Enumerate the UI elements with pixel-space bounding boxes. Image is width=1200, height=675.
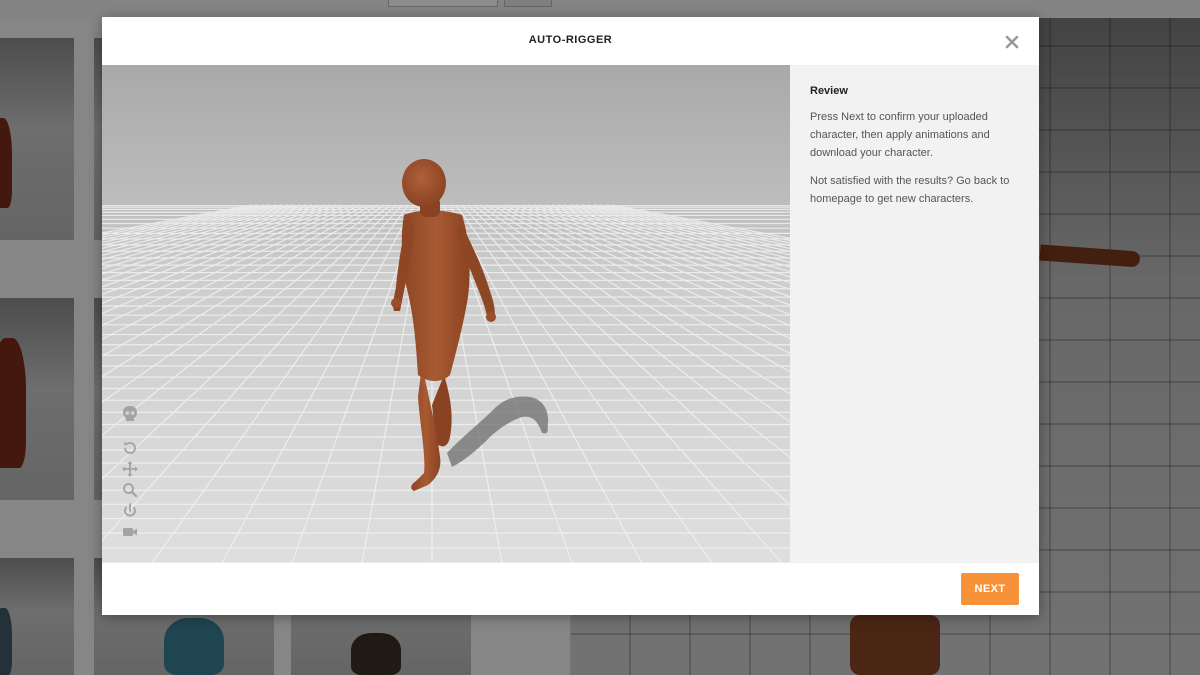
review-instructions: Press Next to confirm your uploaded char… [810,111,990,159]
modal-footer: NEXT [102,563,1039,615]
power-button[interactable] [120,502,140,520]
zoom-button[interactable] [120,481,140,499]
power-icon [124,503,136,517]
skeleton-toggle-button[interactable] [120,405,140,423]
auto-rigger-modal: AUTO-RIGGER Review Press Next to confirm… [102,17,1039,615]
viewport-scene [102,65,790,563]
close-icon [1005,35,1019,49]
viewer-toolbar [120,405,140,545]
character-3d-viewport[interactable] [102,65,790,563]
close-button[interactable] [1002,32,1022,52]
next-button[interactable]: NEXT [961,573,1019,605]
review-heading: Review [810,85,848,97]
camera-button[interactable] [120,523,140,541]
modal-header: AUTO-RIGGER [102,17,1039,65]
modal-title: AUTO-RIGGER [528,34,613,46]
pan-button[interactable] [120,460,140,478]
reset-rotation-button[interactable] [120,439,140,457]
camera-icon [123,528,137,536]
review-go-back-note: Not satisfied with the results? Go back … [810,175,1010,205]
rotate-icon [124,442,136,454]
zoom-icon [123,483,138,498]
review-panel: Review Press Next to confirm your upload… [790,65,1039,563]
pan-icon [122,461,138,477]
skeleton-icon [123,406,137,421]
